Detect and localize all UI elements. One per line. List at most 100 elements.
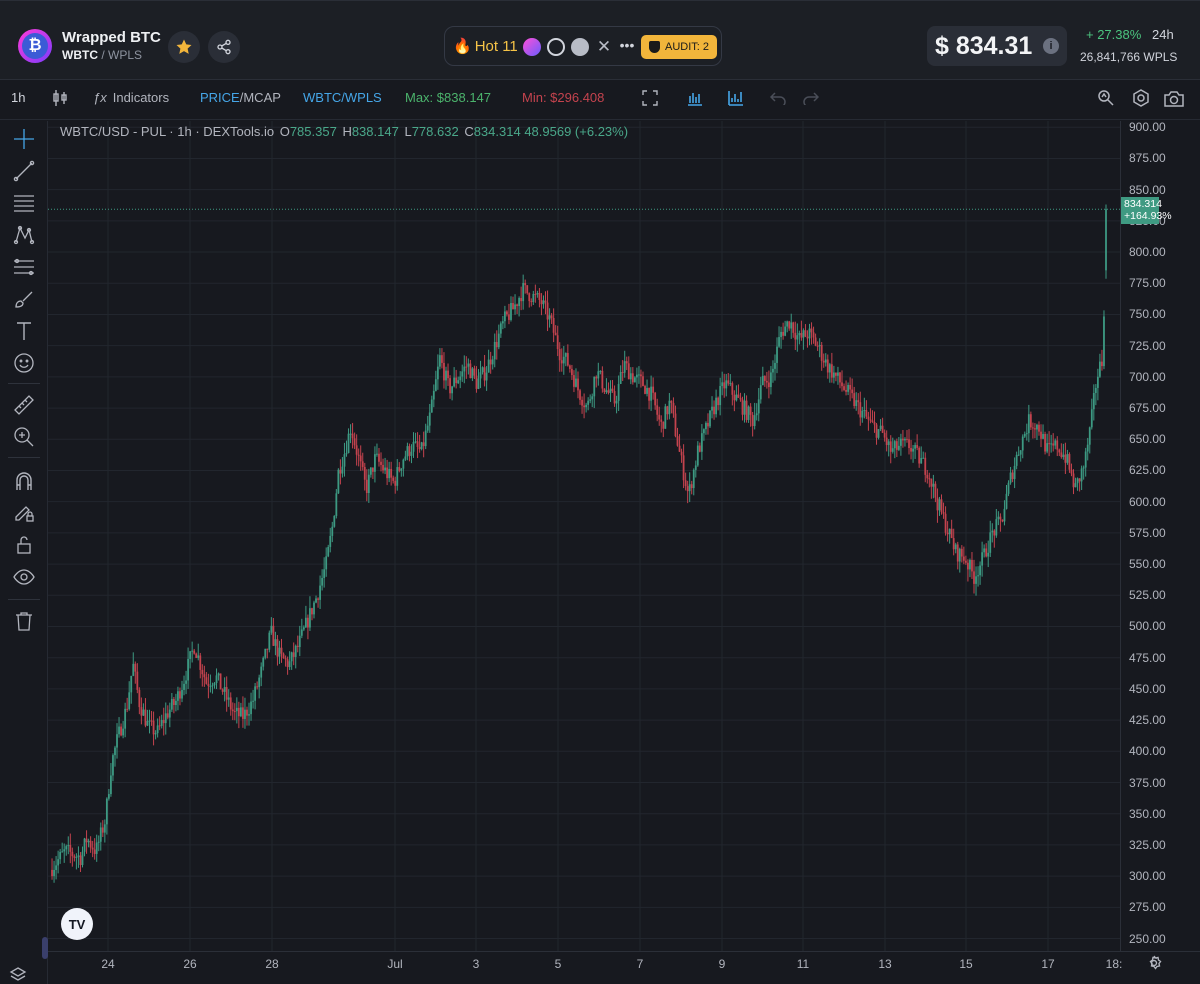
undo-icon[interactable] [768, 88, 788, 108]
candle-body [985, 548, 988, 557]
candle-body [940, 499, 943, 513]
candle-body [887, 441, 890, 446]
candle-body [810, 328, 813, 333]
candle-body [1068, 454, 1071, 470]
layers-icon[interactable] [6, 963, 30, 984]
candle-body [899, 438, 902, 446]
price-tick-label: 725.00 [1129, 338, 1166, 353]
candlestick-chart [48, 121, 1120, 951]
candle-body [800, 333, 803, 338]
horizontal-lines-icon[interactable] [12, 191, 36, 215]
price-tick-label: 775.00 [1129, 276, 1166, 291]
candle-body [118, 726, 120, 735]
price-tick-label: 875.00 [1129, 151, 1166, 166]
price-axis[interactable]: 900.00875.00850.00825.00800.00775.00750.… [1120, 120, 1200, 951]
rail-divider [8, 457, 40, 458]
candle-body [465, 366, 468, 368]
candle-body [993, 530, 996, 536]
trend-line-icon[interactable] [12, 159, 36, 183]
candle-body [733, 394, 736, 401]
candle-body [233, 711, 236, 713]
settings-gear-icon[interactable] [1131, 88, 1151, 108]
candles-icon[interactable] [50, 88, 70, 108]
candle-body [967, 562, 969, 570]
candle-body [885, 437, 888, 446]
pulsechain-icon[interactable] [523, 38, 541, 56]
candle-body [410, 451, 413, 456]
candle-body [696, 445, 699, 466]
audit-button[interactable]: AUDIT: 2 [641, 35, 718, 59]
candle-body [59, 851, 62, 860]
trash-icon[interactable] [12, 609, 36, 633]
text-tool-icon[interactable] [12, 319, 36, 343]
candle-body [481, 367, 484, 373]
candle-body [205, 677, 208, 684]
info-icon[interactable]: i [1043, 38, 1059, 54]
candle-body [1031, 427, 1034, 429]
bar-chart-icon[interactable] [685, 88, 705, 108]
interval-button[interactable]: 1h [11, 90, 25, 105]
candle-body [534, 293, 537, 295]
price-mcap-toggle[interactable]: PRICE/MCAP [200, 90, 281, 105]
candle-body [589, 399, 592, 401]
candle-body [971, 559, 973, 572]
candle-body [593, 376, 596, 397]
eye-icon[interactable] [12, 565, 36, 589]
candle-body [883, 432, 886, 438]
candle-body [126, 708, 129, 710]
tradingview-logo[interactable]: TV [61, 908, 93, 940]
price-chart[interactable]: WBTC/USD - PUL · 1h · DEXTools.io O785.3… [48, 121, 1120, 951]
candle-body [75, 856, 78, 858]
share-button[interactable] [208, 31, 240, 63]
candle-body [796, 335, 799, 340]
telegram-icon[interactable] [571, 38, 589, 56]
favorite-button[interactable] [168, 31, 200, 63]
redo-icon[interactable] [801, 88, 821, 108]
emoji-icon[interactable] [12, 351, 36, 375]
more-icon[interactable]: ••• [618, 38, 636, 56]
candle-body [609, 388, 612, 393]
candle-body [516, 304, 518, 307]
lock-drawings-icon[interactable] [12, 501, 36, 525]
fullscreen-icon[interactable] [640, 88, 660, 108]
magnet-icon[interactable] [12, 469, 36, 493]
camera-icon[interactable] [1164, 88, 1184, 108]
candle-body [550, 315, 553, 318]
pair-toggle[interactable]: WBTC/WPLS [303, 90, 382, 105]
candle-body [270, 625, 273, 633]
quick-search-icon[interactable] [1096, 88, 1116, 108]
candle-body [508, 314, 510, 320]
volume-chart-icon[interactable] [726, 88, 746, 108]
candle-body [227, 697, 230, 700]
unlock-icon[interactable] [12, 533, 36, 557]
brush-icon[interactable] [12, 287, 36, 311]
candle-body [341, 466, 344, 474]
candle-body [105, 798, 108, 825]
crosshair-icon[interactable] [12, 127, 36, 151]
candle-body [97, 841, 100, 843]
candle-body [503, 311, 506, 322]
time-tick-label: 7 [636, 957, 644, 971]
candle-body [725, 380, 728, 389]
indicators-button[interactable]: ƒx Indicators [93, 90, 169, 105]
candle-body [897, 445, 900, 450]
candle-body [662, 421, 665, 429]
website-globe-icon[interactable] [547, 38, 565, 56]
x-twitter-icon[interactable]: ✕ [595, 38, 613, 56]
candle-body [1005, 493, 1008, 509]
candle-body [93, 849, 96, 854]
fib-tool-icon[interactable] [12, 255, 36, 279]
axis-settings-icon[interactable] [1146, 955, 1162, 976]
zoom-in-icon[interactable] [12, 425, 36, 449]
candle-body [402, 459, 405, 469]
candle-body [656, 405, 659, 415]
pattern-icon[interactable] [12, 223, 36, 247]
ruler-icon[interactable] [12, 393, 36, 417]
candle-body [950, 528, 953, 539]
hot-rank-badge[interactable]: 🔥 Hot 11 [453, 37, 518, 55]
candle-body [964, 560, 967, 563]
bitcoin-icon: ₿ [22, 33, 48, 59]
time-axis[interactable]: 24 26 28 Jul 3 5 7 9 11 13 15 17 18: [48, 951, 1200, 984]
price-tick-label: 350.00 [1129, 806, 1166, 821]
candle-body [1027, 414, 1030, 434]
